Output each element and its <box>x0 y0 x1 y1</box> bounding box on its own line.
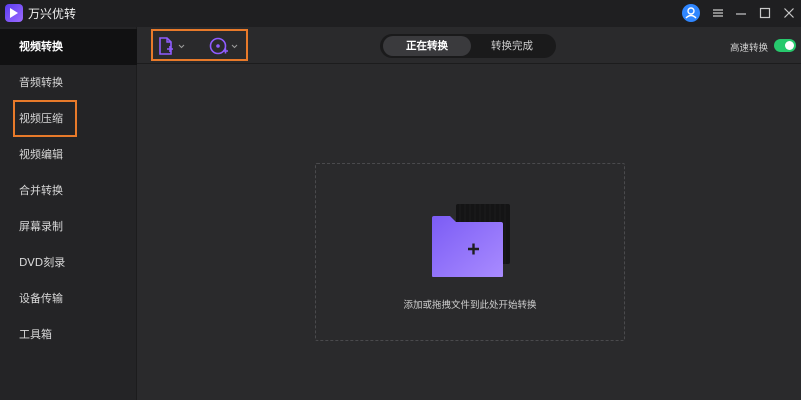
add-disc-button[interactable] <box>208 35 240 57</box>
sidebar-item-video-edit[interactable]: 视频编辑 <box>0 137 137 173</box>
sidebar-item-label: 视频编辑 <box>19 148 63 161</box>
app-logo-icon <box>5 4 23 22</box>
sidebar-item-label: 工具箱 <box>19 328 52 341</box>
sidebar-item-label: 合并转换 <box>19 184 63 197</box>
speed-mode-label: 高速转换 <box>730 43 769 54</box>
menu-icon[interactable] <box>708 3 728 23</box>
compress-highlight-box <box>13 100 77 137</box>
sidebar-item-screen-record[interactable]: 屏幕录制 <box>0 209 137 245</box>
tab-converting[interactable]: 正在转换 <box>383 36 471 56</box>
add-disc-icon <box>209 37 228 55</box>
chevron-down-icon <box>231 44 238 49</box>
sidebar-item-label: DVD刻录 <box>19 256 66 269</box>
close-icon[interactable] <box>779 3 799 23</box>
sidebar: 视频转换 音频转换 视频压缩 视频编辑 合并转换 屏幕录制 DVD刻录 设备传输… <box>0 27 137 400</box>
toolbar-divider <box>137 63 801 64</box>
minimize-icon[interactable] <box>731 3 751 23</box>
sidebar-item-label: 屏幕录制 <box>19 220 63 233</box>
add-file-icon <box>159 37 173 55</box>
sidebar-item-dvd-burn[interactable]: DVD刻录 <box>0 245 137 281</box>
maximize-icon[interactable] <box>755 3 775 23</box>
file-drop-zone[interactable]: 添加或拖拽文件到此处开始转换 <box>315 163 625 341</box>
sidebar-item-video-convert[interactable]: 视频转换 <box>0 29 137 65</box>
add-file-button[interactable] <box>157 35 187 57</box>
sidebar-item-label: 音频转换 <box>19 76 63 89</box>
conversion-tabs: 正在转换 转换完成 <box>380 34 556 58</box>
sidebar-item-label: 视频转换 <box>19 40 63 53</box>
sidebar-item-merge[interactable]: 合并转换 <box>0 173 137 209</box>
app-title: 万兴优转 <box>28 7 77 21</box>
toggle-knob <box>785 41 794 50</box>
tab-done[interactable]: 转换完成 <box>471 36 553 56</box>
sidebar-item-device-transfer[interactable]: 设备传输 <box>0 281 137 317</box>
sidebar-item-label: 设备传输 <box>19 292 63 305</box>
title-bar: 万兴优转 <box>0 0 801 27</box>
user-icon[interactable] <box>682 4 700 22</box>
folder-icon <box>430 202 512 282</box>
sidebar-item-toolbox[interactable]: 工具箱 <box>0 317 137 353</box>
sidebar-item-audio-convert[interactable]: 音频转换 <box>0 65 137 101</box>
drop-hint-text: 添加或拖拽文件到此处开始转换 <box>403 300 537 311</box>
chevron-down-icon <box>178 44 185 49</box>
speed-mode-toggle[interactable] <box>774 39 796 52</box>
